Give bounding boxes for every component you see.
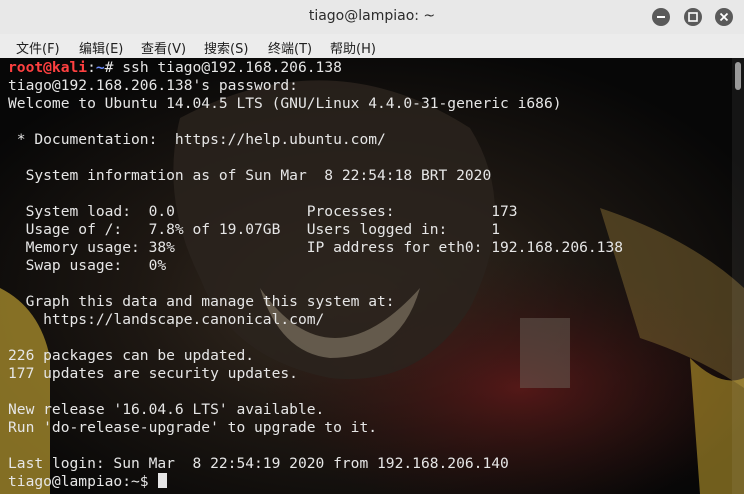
terminal-text: root@kali:~# ssh tiago@192.168.206.138 t…	[8, 59, 623, 491]
output-line: Run 'do-release-upgrade' to upgrade to i…	[8, 419, 378, 436]
prompt-separator: :	[87, 59, 96, 76]
output-line: https://landscape.canonical.com/	[8, 311, 325, 328]
text-cursor	[158, 473, 168, 488]
output-line: Swap usage: 0%	[8, 257, 167, 274]
close-icon	[719, 12, 729, 22]
prompt-line: root@kali:~# ssh tiago@192.168.206.138	[8, 59, 623, 77]
output-line: Welcome to Ubuntu 14.04.5 LTS (GNU/Linux…	[8, 95, 562, 112]
prompt-command: ssh tiago@192.168.206.138	[122, 59, 342, 76]
output-line: Graph this data and manage this system a…	[8, 293, 395, 310]
output-line: 226 packages can be updated.	[8, 347, 255, 364]
output-line: System load: 0.0 Processes: 173	[8, 203, 518, 220]
menu-view[interactable]: 查看(V)	[141, 38, 186, 57]
output-line: 177 updates are security updates.	[8, 365, 298, 382]
maximize-icon	[688, 12, 698, 22]
title-bar[interactable]: tiago@lampiao: ~	[0, 0, 744, 35]
close-button[interactable]	[715, 8, 733, 26]
scrollbar-thumb[interactable]	[735, 62, 741, 90]
menu-search[interactable]: 搜索(S)	[204, 38, 248, 57]
prompt-symbol: #	[104, 59, 123, 76]
output-line: Last login: Sun Mar 8 22:54:19 2020 from…	[8, 455, 509, 472]
menu-terminal[interactable]: 终端(T)	[268, 38, 312, 57]
current-prompt: tiago@lampiao:~$	[8, 473, 158, 490]
output-line: New release '16.04.6 LTS' available.	[8, 401, 325, 418]
output-line: Usage of /: 7.8% of 19.07GB Users logged…	[8, 221, 501, 238]
window-title: tiago@lampiao: ~	[308, 8, 436, 24]
menu-help[interactable]: 帮助(H)	[330, 38, 376, 57]
output-line: System information as of Sun Mar 8 22:54…	[8, 167, 492, 184]
terminal-window: tiago@lampiao: ~ 文件(F) 编辑(E) 查看(V) 搜索(S)…	[0, 0, 744, 494]
output-line: * Documentation: https://help.ubuntu.com…	[8, 131, 386, 148]
menu-bar: 文件(F) 编辑(E) 查看(V) 搜索(S) 终端(T) 帮助(H)	[0, 34, 744, 58]
terminal-output-area[interactable]: root@kali:~# ssh tiago@192.168.206.138 t…	[0, 58, 744, 494]
menu-edit[interactable]: 编辑(E)	[79, 38, 123, 57]
prompt-path: ~	[95, 59, 105, 76]
minimize-button[interactable]	[652, 8, 670, 26]
prompt-user: root@kali	[8, 59, 88, 76]
minimize-icon	[657, 16, 665, 18]
menu-file[interactable]: 文件(F)	[16, 38, 60, 57]
output-line: tiago@192.168.206.138's password:	[8, 77, 298, 94]
current-prompt-line[interactable]: tiago@lampiao:~$	[8, 473, 623, 491]
maximize-button[interactable]	[684, 8, 702, 26]
scrollbar[interactable]	[732, 58, 744, 494]
output-line: Memory usage: 38% IP address for eth0: 1…	[8, 239, 624, 256]
